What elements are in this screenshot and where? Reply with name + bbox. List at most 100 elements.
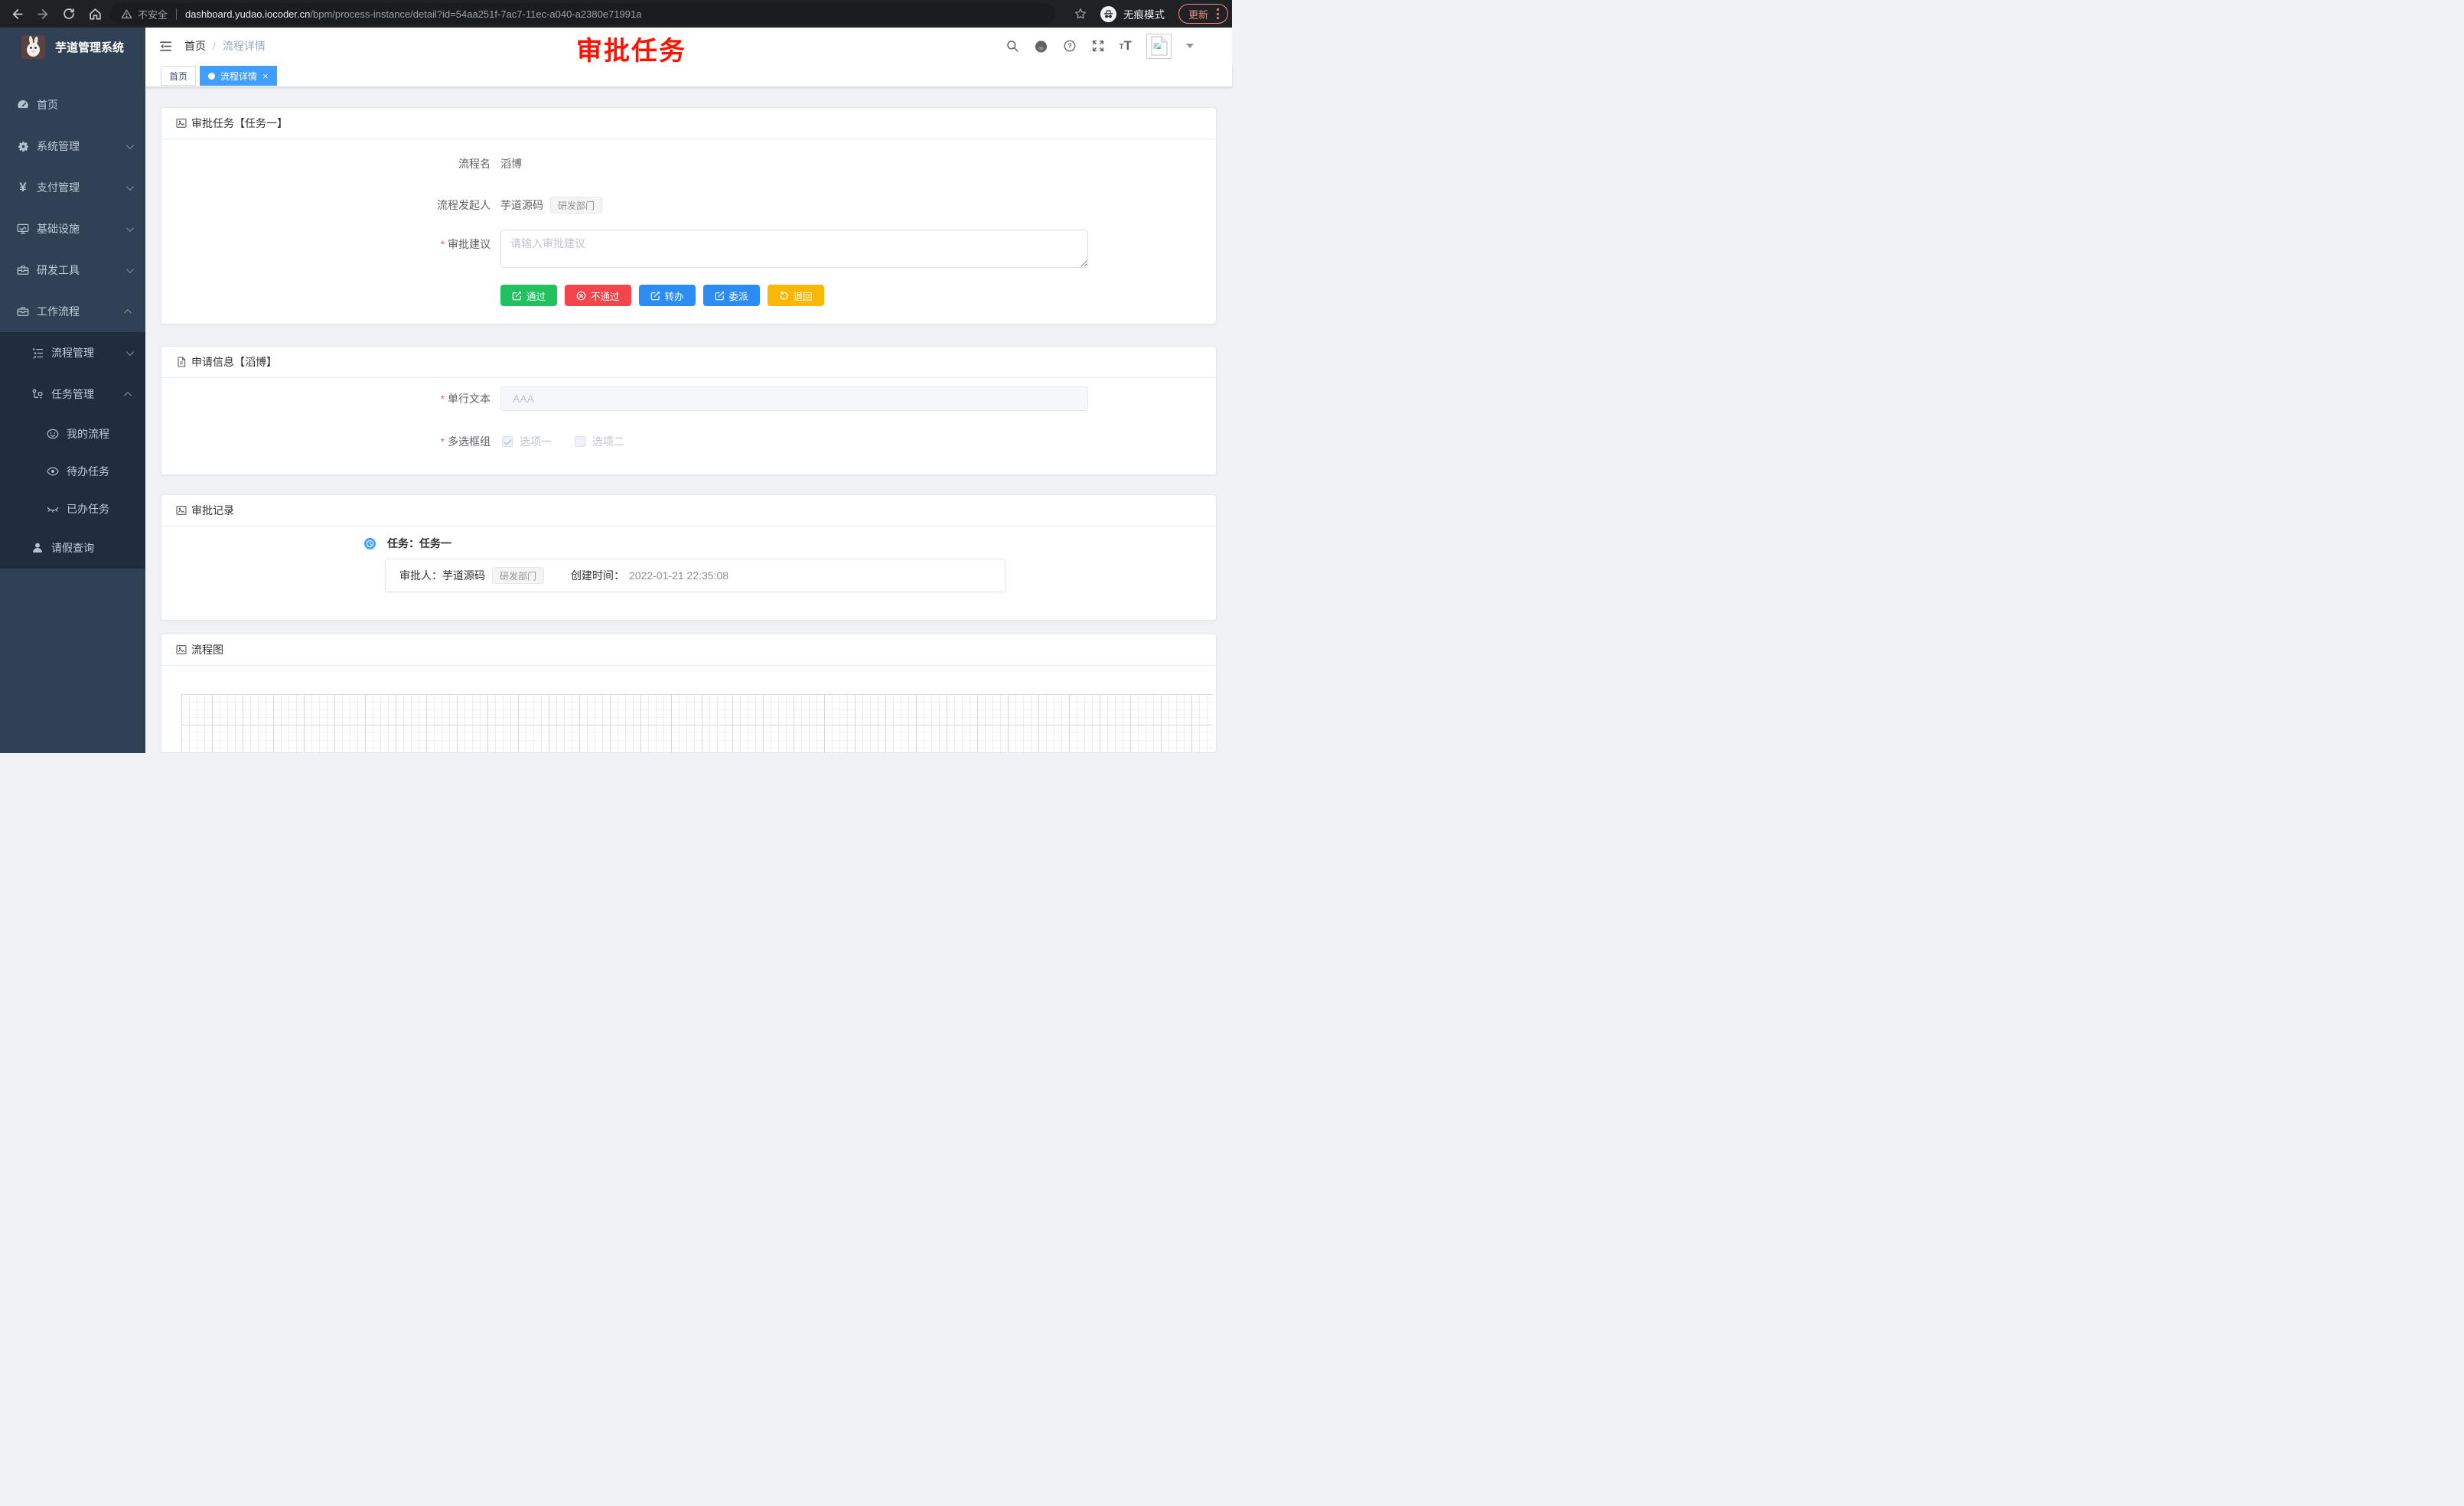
- picture-icon: [175, 117, 187, 129]
- sidebar-item-payment[interactable]: ¥ 支付管理: [0, 167, 145, 208]
- home-icon[interactable]: [84, 3, 106, 24]
- browser-toolbar: 不安全 dashboard.yudao.iocoder.cn/bpm/proce…: [0, 0, 1232, 28]
- app-logo[interactable]: 芋道管理系统: [0, 28, 145, 66]
- initiator-label: 流程发起人: [161, 197, 491, 213]
- tab-label: 流程详情: [220, 70, 257, 83]
- forward-icon[interactable]: [32, 3, 54, 24]
- fullscreen-icon[interactable]: [1091, 39, 1105, 53]
- sidebar-item-devtools[interactable]: 研发工具: [0, 249, 145, 291]
- single-text-label: 单行文本: [161, 391, 491, 406]
- sidebar-item-done-tasks[interactable]: 已办任务: [0, 490, 145, 527]
- incognito-label: 无痕模式: [1123, 6, 1165, 21]
- sidebar-item-todo-tasks[interactable]: 待办任务: [0, 452, 145, 490]
- checkbox-icon: [502, 436, 513, 447]
- card-title: 流程图: [191, 642, 223, 657]
- bpmn-grid-canvas[interactable]: [181, 694, 1213, 753]
- dept-tag: 研发部门: [492, 567, 544, 584]
- sidebar-item-system[interactable]: 系统管理: [0, 126, 145, 167]
- app-title: 芋道管理系统: [55, 39, 124, 55]
- sidebar: 芋道管理系统 首页 系统管理 ¥ 支付管理 基础设施: [0, 28, 145, 753]
- pass-button[interactable]: 通过: [500, 285, 557, 306]
- apply-card-header: 申请信息【滔博】: [161, 347, 1216, 378]
- approval-records-card: 审批记录 任务：任务一 审批人： 芋道源码 研发部门 创建时间： 2022-01…: [161, 494, 1217, 621]
- browser-update-chip[interactable]: 更新: [1178, 4, 1228, 24]
- sidebar-item-home[interactable]: 首页: [0, 84, 145, 126]
- sidebar-item-task-mgmt[interactable]: 任务管理: [0, 373, 145, 415]
- font-size-icon[interactable]: TT: [1120, 40, 1133, 52]
- approve-card-header: 审批任务【任务一】: [161, 108, 1216, 139]
- tab-process-detail[interactable]: 流程详情 ×: [200, 66, 277, 86]
- checkbox-label: 选项二: [592, 434, 624, 449]
- navbar-actions: ? TT: [1005, 34, 1233, 59]
- svg-text:?: ?: [1067, 42, 1072, 50]
- avatar[interactable]: [1146, 34, 1172, 59]
- button-label: 通过: [526, 288, 546, 303]
- breadcrumb-current: 流程详情: [223, 38, 266, 54]
- checkbox-icon: [575, 436, 585, 447]
- update-label[interactable]: 更新: [1188, 7, 1208, 21]
- sidebar-item-leave-query[interactable]: 请假查询: [0, 527, 145, 569]
- face-icon: [46, 427, 60, 441]
- bookmark-star-icon[interactable]: [1070, 3, 1091, 24]
- tab-close-icon[interactable]: ×: [262, 71, 269, 81]
- incognito-badge: 无痕模式: [1100, 6, 1165, 22]
- return-button[interactable]: 退回: [768, 285, 824, 306]
- sidebar-item-my-process[interactable]: 我的流程: [0, 415, 145, 452]
- logo-image: [21, 35, 45, 59]
- chevron-down-icon: [126, 183, 134, 191]
- timeline-item: 任务：任务一: [161, 536, 1216, 551]
- sidebar-item-label: 支付管理: [37, 180, 80, 195]
- active-dot-icon: [208, 73, 215, 80]
- browser-menu-icon[interactable]: [1214, 7, 1221, 21]
- url-divider: [176, 8, 177, 20]
- process-name-label: 流程名: [161, 156, 491, 171]
- reload-icon[interactable]: [58, 3, 80, 24]
- record-detail-box: 审批人： 芋道源码 研发部门 创建时间： 2022-01-21 22:35:08: [385, 559, 1005, 592]
- approve-task-card: 审批任务【任务一】 流程名 滔博 流程发起人 芋道源码 研发部门 审批建议 通过: [161, 107, 1217, 324]
- reject-button[interactable]: 不通过: [565, 285, 631, 306]
- sidebar-item-label: 首页: [37, 97, 58, 112]
- chevron-down-icon: [126, 348, 134, 356]
- breadcrumb-home[interactable]: 首页: [184, 38, 206, 54]
- initiator-value: 芋道源码: [500, 197, 543, 213]
- suggestion-textarea[interactable]: [500, 230, 1088, 268]
- diagram-card-header: 流程图: [161, 634, 1216, 666]
- url-host: dashboard.yudao.iocoder.cn: [185, 8, 310, 20]
- sidebar-item-infra[interactable]: 基础设施: [0, 208, 145, 249]
- toolbox-icon: [16, 305, 30, 318]
- hamburger-icon[interactable]: [145, 28, 184, 64]
- help-icon[interactable]: ?: [1063, 39, 1077, 53]
- sidebar-menu: 首页 系统管理 ¥ 支付管理 基础设施 研发工具: [0, 66, 145, 569]
- clock-icon: [364, 538, 376, 549]
- delegate-button[interactable]: 委派: [703, 285, 760, 306]
- chevron-up-icon: [124, 308, 132, 316]
- picture-icon: [175, 644, 187, 656]
- avatar-dropdown-caret-icon[interactable]: [1186, 44, 1194, 48]
- sidebar-item-workflow[interactable]: 工作流程: [0, 291, 145, 332]
- monitor-icon: [16, 222, 30, 236]
- chevron-up-icon: [124, 391, 132, 399]
- chevron-down-icon: [126, 266, 134, 273]
- sidebar-item-label: 任务管理: [51, 386, 94, 402]
- sidebar-item-label: 请假查询: [51, 540, 94, 556]
- github-icon[interactable]: [1034, 39, 1048, 54]
- process-name-value: 滔博: [500, 156, 522, 171]
- process-diagram-card: 流程图: [161, 634, 1217, 753]
- checkbox-group-label: 多选框组: [161, 434, 491, 449]
- search-icon[interactable]: [1005, 39, 1019, 53]
- dashboard-icon: [16, 98, 30, 112]
- tab-label: 首页: [169, 70, 187, 83]
- document-icon: [175, 356, 187, 368]
- sidebar-item-label: 基础设施: [37, 221, 80, 236]
- sidebar-item-process-mgmt[interactable]: 流程管理: [0, 332, 145, 373]
- tab-home[interactable]: 首页: [161, 66, 196, 86]
- top-navbar: 首页 / 流程详情 审批任务 ? TT: [145, 28, 1232, 64]
- back-icon[interactable]: [6, 3, 28, 24]
- apply-info-card: 申请信息【滔博】 单行文本 多选框组 选项一 选项二: [161, 346, 1217, 475]
- suggestion-label: 审批建议: [161, 230, 491, 252]
- card-title: 审批任务【任务一】: [191, 116, 288, 131]
- approver-label: 审批人：: [399, 568, 442, 583]
- transfer-button[interactable]: 转办: [639, 285, 696, 306]
- address-bar[interactable]: 不安全 dashboard.yudao.iocoder.cn/bpm/proce…: [110, 3, 1055, 24]
- checkbox-option-2: 选项二: [575, 434, 624, 449]
